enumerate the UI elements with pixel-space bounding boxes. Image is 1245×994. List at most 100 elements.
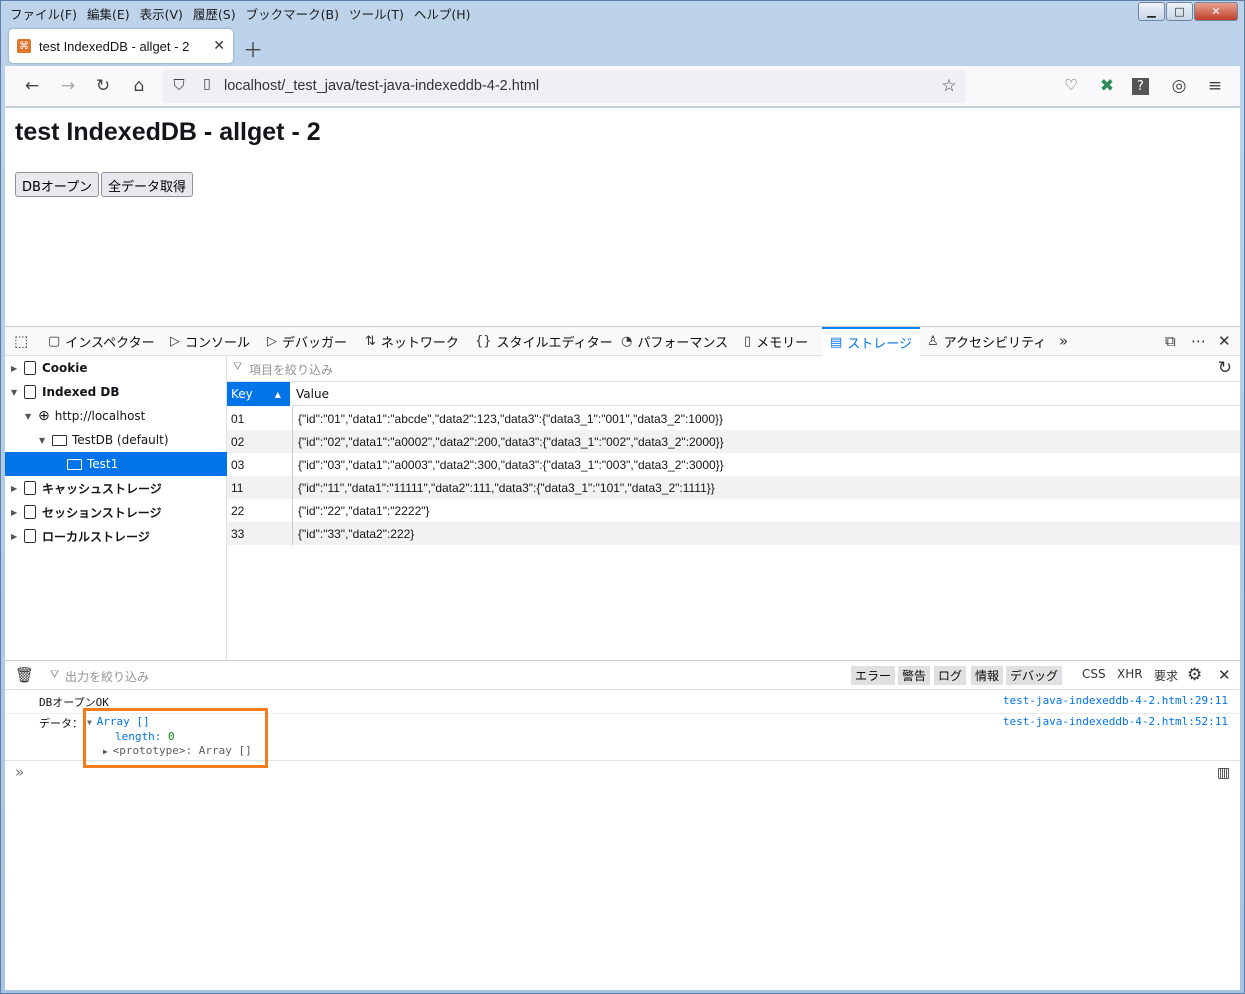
column-header-key[interactable]: Key ▲	[227, 382, 290, 406]
new-tab-button[interactable]: ＋	[243, 34, 263, 63]
devtools-panel: ⬚ ▢ インスペクター ▷ コンソール ▷ デバッガー ⇅ ネットワーク {} スタイルエ…	[5, 326, 1240, 990]
url-bar[interactable]: ⛉ ▯ localhost/_test_java/test-java-index…	[162, 70, 966, 103]
close-window-button[interactable]: ✕	[1194, 2, 1238, 21]
cell-key: 22	[231, 503, 245, 518]
highlight-annotation	[83, 708, 268, 768]
console-filter-input[interactable]: 出力を絞り込み	[65, 668, 149, 685]
tab-memory[interactable]: ▯ メモリー	[744, 327, 808, 356]
filter-info[interactable]: 情報	[971, 666, 1004, 685]
back-icon[interactable]: ←	[21, 76, 43, 96]
expand-icon: ▶	[11, 483, 18, 493]
cell-value: {"id":"22","data1":"2222"}	[292, 499, 430, 522]
pocket-icon[interactable]: ♡	[1060, 76, 1082, 94]
menu-help[interactable]: ヘルプ(H)	[409, 4, 476, 23]
page-icon[interactable]: ▯	[196, 76, 218, 92]
split-console: 🗑 ⛛ 出力を絞り込み エラー 警告 ログ 情報 デバッグ CSS XHR 要求…	[5, 660, 1240, 990]
filter-logs[interactable]: ログ	[934, 666, 967, 685]
minimize-button[interactable]: ▁	[1138, 2, 1165, 21]
table-row[interactable]: 01 {"id":"01","data1":"abcde","data2":123…	[227, 407, 1240, 430]
column-header-value[interactable]: Value	[292, 382, 1240, 406]
dock-icon[interactable]: ⧉	[1165, 332, 1176, 350]
menu-history[interactable]: 履歴(S)	[188, 4, 241, 23]
storage-type-icon	[24, 505, 36, 519]
tab-active[interactable]: ⌘ test IndexedDB - allget - 2 ✕	[9, 29, 233, 63]
filter-errors[interactable]: エラー	[851, 666, 896, 685]
table-row[interactable]: 02 {"id":"02","data1":"a0002","data2":200…	[227, 430, 1240, 453]
more-tabs-icon[interactable]: »	[1059, 332, 1068, 350]
cell-value: {"id":"02","data1":"a0002","data2":200,"…	[292, 430, 724, 453]
tree-local-storage[interactable]: ▶ ローカルストレージ	[5, 524, 227, 548]
collapse-icon: ▼	[39, 435, 46, 445]
get-all-data-button[interactable]: 全データ取得	[101, 172, 194, 197]
storage-filter[interactable]: ⛛ 項目を絞り込み ↻	[227, 356, 1240, 382]
table-row[interactable]: 33 {"id":"33","data2":222}	[227, 522, 1240, 545]
cell-key: 03	[231, 457, 245, 472]
reload-icon[interactable]: ↻	[92, 76, 114, 96]
close-tab-icon[interactable]: ✕	[213, 38, 225, 54]
tree-indexed-db[interactable]: ▼ Indexed DB	[5, 380, 227, 404]
trash-icon[interactable]: 🗑	[15, 666, 34, 684]
tree-host[interactable]: ▼ ⊕ http://localhost	[5, 404, 227, 428]
filter-warnings[interactable]: 警告	[898, 666, 931, 685]
tab-style-editor[interactable]: {} スタイルエディター	[475, 327, 613, 356]
tab-inspector[interactable]: ▢ インスペクター	[48, 327, 155, 356]
editor-mode-icon[interactable]: ▥	[1217, 765, 1230, 781]
table-row[interactable]: 03 {"id":"03","data1":"a0003","data2":300…	[227, 453, 1240, 476]
maximize-button[interactable]: □	[1166, 2, 1193, 21]
folder-icon	[67, 458, 82, 470]
tab-network[interactable]: ⇅ ネットワーク	[365, 327, 459, 356]
bookmark-star-icon[interactable]: ☆	[938, 76, 960, 96]
more-options-icon[interactable]: ⋯	[1191, 332, 1206, 350]
element-picker-icon[interactable]: ⬚	[14, 332, 28, 350]
console-input[interactable]	[35, 763, 1195, 785]
console-source-link[interactable]: test-java-indexeddb-4-2.html:29:11	[1003, 694, 1228, 707]
storage-type-icon	[24, 529, 36, 543]
refresh-icon[interactable]: ↻	[1218, 358, 1232, 378]
tree-cookie[interactable]: ▶ Cookie	[5, 356, 227, 380]
close-devtools-icon[interactable]: ✕	[1218, 332, 1231, 350]
table-row[interactable]: 22 {"id":"22","data1":"2222"}	[227, 499, 1240, 522]
hamburger-menu-icon[interactable]: ≡	[1204, 76, 1226, 96]
tab-storage[interactable]: ▤ ストレージ	[822, 327, 921, 356]
tab-performance[interactable]: ◔ パフォーマンス	[621, 327, 728, 356]
settings-gear-icon[interactable]: ⚙	[1187, 665, 1202, 685]
filter-requests[interactable]: 要求	[1150, 666, 1182, 685]
menu-edit[interactable]: 編集(E)	[82, 4, 135, 23]
menu-file[interactable]: ファイル(F)	[5, 4, 82, 23]
collapse-icon: ▼	[25, 411, 32, 421]
tab-console[interactable]: ▷ コンソール	[170, 327, 250, 356]
tab-accessibility[interactable]: ♙ アクセシビリティ	[927, 327, 1046, 356]
console-toolbar: 🗑 ⛛ 出力を絞り込み エラー 警告 ログ 情報 デバッグ CSS XHR 要求…	[5, 661, 1240, 690]
tab-debugger[interactable]: ▷ デバッガー	[267, 327, 347, 356]
memory-icon: ▯	[744, 334, 752, 349]
filter-debug[interactable]: デバッグ	[1006, 666, 1063, 685]
db-open-button[interactable]: DBオープン	[15, 172, 100, 197]
menu-tools[interactable]: ツール(T)	[344, 4, 409, 23]
filter-xhr[interactable]: XHR	[1113, 666, 1147, 685]
favicon-icon: ⌘	[17, 39, 31, 53]
storage-type-icon	[24, 385, 36, 399]
forward-icon[interactable]: →	[57, 76, 79, 96]
cell-key: 01	[231, 411, 245, 426]
tree-cache-storage[interactable]: ▶ キャッシュストレージ	[5, 476, 227, 500]
menu-bookmarks[interactable]: ブックマーク(B)	[241, 4, 344, 23]
home-icon[interactable]: ⌂	[128, 76, 150, 96]
help-extension-icon[interactable]: ?	[1132, 78, 1149, 95]
cell-key: 02	[231, 434, 245, 449]
account-icon[interactable]: ◎	[1168, 76, 1190, 96]
nav-bar: ← → ↻ ⌂ ⛉ ▯ localhost/_test_java/test-ja…	[5, 66, 1240, 107]
tree-database[interactable]: ▼ TestDB (default)	[5, 428, 227, 452]
tree-object-store[interactable]: Test1	[5, 452, 227, 476]
globe-icon: ⊕	[38, 408, 50, 424]
extension-icon[interactable]: ✖	[1096, 76, 1118, 96]
network-icon: ⇅	[365, 334, 376, 349]
table-row[interactable]: 11 {"id":"11","data1":"11111","data2":111…	[227, 476, 1240, 499]
close-console-icon[interactable]: ✕	[1218, 666, 1231, 684]
shield-icon[interactable]: ⛉	[168, 76, 190, 94]
tree-session-storage[interactable]: ▶ セッションストレージ	[5, 500, 227, 524]
console-source-link[interactable]: test-java-indexeddb-4-2.html:52:11	[1003, 715, 1228, 728]
tab-bar: ⌘ test IndexedDB - allget - 2 ✕ ＋	[5, 26, 1240, 66]
devtools-toolbar: ⬚ ▢ インスペクター ▷ コンソール ▷ デバッガー ⇅ ネットワーク {} スタイルエ…	[5, 327, 1240, 356]
menu-view[interactable]: 表示(V)	[135, 4, 188, 23]
filter-css[interactable]: CSS	[1078, 666, 1110, 685]
